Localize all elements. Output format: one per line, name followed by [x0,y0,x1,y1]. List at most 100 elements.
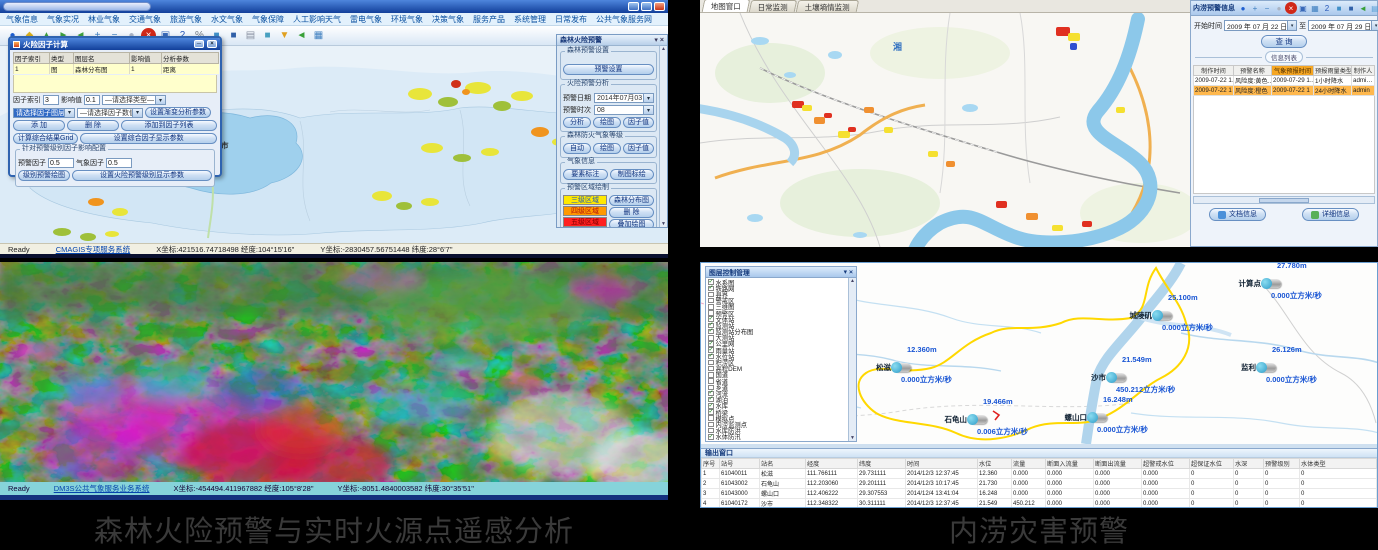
map-tab[interactable]: 地图窗口 [702,0,751,12]
table-row[interactable]: 1图森林分布图1距离 [14,64,219,75]
map-tab[interactable]: 土壤墒情监测 [796,0,860,12]
impact-input[interactable] [84,95,100,105]
menu-item[interactable]: 气象实况 [47,14,79,25]
status-system-link[interactable]: CMAGIS专项服务系统 [56,244,131,255]
table-row[interactable]: 161040011松滋111.76611129.7311112014/12/3 … [702,469,1377,479]
pin-icon[interactable]: ▼ [277,28,292,43]
layer-checkbox[interactable] [708,329,714,335]
region-draw-button[interactable]: 叠加绘图 [609,219,654,227]
delete-button[interactable]: 删 除 [67,120,119,131]
menu-item[interactable]: 服务产品 [473,14,505,25]
window-icon[interactable]: ▣ [1297,2,1309,14]
layer-checkbox[interactable] [708,298,714,304]
menu-item[interactable]: 气象保障 [252,14,284,25]
meteo-info-button[interactable]: 要素标注 [563,169,608,180]
layers-icon[interactable]: ■ [1333,2,1345,14]
add-button[interactable]: 添 加 [13,120,65,131]
satellite-image[interactable] [0,262,668,482]
dialog-close-icon[interactable]: × [207,40,217,48]
set-gradient-param-button[interactable]: 设置渐变分析参数 [145,107,211,118]
warning-date-select[interactable]: 2014年07月03日 [594,93,654,103]
menu-item[interactable]: 决策气象 [432,14,464,25]
layer-checkbox-row[interactable]: 水体防汛 [708,434,846,440]
status-system-link[interactable]: DM3S公共气象服务业务系统 [54,483,150,494]
dialog-titlebar[interactable]: 火险因子计算 ─ × [10,38,220,50]
print-icon[interactable]: ▤ [243,28,258,43]
factor-layer-select[interactable]: 请选择因子图层 [13,108,75,118]
dialog-minimize-icon[interactable]: ─ [194,40,204,48]
pin-icon[interactable]: ▾ [844,268,847,276]
layer-checkbox[interactable] [708,360,714,366]
meteo-factor-input[interactable] [106,158,132,168]
table-row[interactable]: 461040172沙市112.34832230.3111112014/12/3 … [702,499,1377,509]
vertical-scrollbar[interactable]: ▲▼ [848,278,856,441]
table-row[interactable]: 2009-07-22 1…风险度:黄色…2009-07-29 1…1小时降水ad… [1194,76,1375,86]
document-info-button[interactable]: 文档信息 [1209,208,1266,221]
fire-level-button[interactable]: 绘图 [593,143,621,154]
region-draw-button[interactable]: 森林分布图 [609,195,654,206]
layer-type-select[interactable]: —请选择类型— [102,95,166,105]
menu-item[interactable]: 日常发布 [555,14,587,25]
save-icon[interactable]: ■ [1345,2,1357,14]
chart-icon[interactable]: ▦ [311,28,326,43]
calc-grid-button[interactable]: 计算综合结果Grid [13,133,78,144]
warning-setting-button[interactable]: 预警设置 [563,64,654,75]
export-icon[interactable]: ■ [260,28,275,43]
add-to-list-button[interactable]: 添加到因子列表 [121,120,217,131]
layer-checkbox[interactable] [708,372,714,378]
layer-checkbox[interactable] [708,286,714,292]
analysis-button[interactable]: 绘图 [593,117,621,128]
analysis-button[interactable]: 分析 [563,117,591,128]
vertical-scrollbar[interactable]: ▲▼ [659,46,667,227]
close-panel-icon[interactable]: × [849,269,853,276]
refresh-icon[interactable]: 2 [1321,2,1333,14]
meteo-info-button[interactable]: 制图标绘 [610,169,655,180]
menu-item[interactable]: 气象信息 [6,14,38,25]
level-warning-draw-button[interactable]: 级别预警绘图 [18,170,70,181]
factor-index-input[interactable] [43,95,59,105]
chart-icon[interactable]: ▤ [1369,2,1378,14]
hydro-map[interactable]: 12.360m 松滋 0.000立方米/秒 21.549m 沙市 450.212… [701,263,1378,444]
magnify-out-icon[interactable]: − [1261,2,1273,14]
map-tab[interactable]: 日常监测 [749,0,798,12]
fire-level-button[interactable]: 自动 [563,143,591,154]
maximize-button[interactable] [641,2,652,11]
message-list-empty-area[interactable] [1193,96,1375,194]
set-display-param-button[interactable]: 设置综合因子显示参数 [80,133,217,144]
fire-app-title-capsule[interactable] [3,2,151,11]
layer-checkbox[interactable] [708,378,714,384]
globe-icon[interactable]: ● [1237,2,1249,14]
back-icon[interactable]: ◄ [294,28,309,43]
region-draw-button[interactable]: 删 除 [609,207,654,218]
factor-value-select[interactable]: —请选择因子数值— [77,108,143,118]
layer-checkbox[interactable] [708,415,714,421]
detail-info-button[interactable]: 详细信息 [1302,208,1359,221]
layer-checkbox[interactable] [708,366,714,372]
warning-time-select[interactable]: 08 [594,105,654,115]
menu-item[interactable]: 雷电气象 [350,14,382,25]
table-row[interactable]: 261043002石龟山112.20306029.2011112014/12/3… [702,479,1377,489]
menu-item[interactable]: 人工影响天气 [293,14,341,25]
close-button[interactable] [654,2,665,11]
menu-item[interactable]: 水文气象 [211,14,243,25]
layer-checkbox[interactable] [708,434,714,440]
set-level-display-button[interactable]: 设置火险预警级别显示参数 [72,170,212,181]
date-to-picker[interactable]: 2009 年 07 月 29 日 [1308,20,1378,31]
menu-item[interactable]: 公共气象服务网 [596,14,652,25]
close-panel-icon[interactable]: × [660,37,664,44]
date-from-picker[interactable]: 2009 年 07 月 22 日 [1224,20,1297,31]
layer-checkbox[interactable] [708,292,714,298]
menu-item[interactable]: 交通气象 [129,14,161,25]
horizontal-scrollbar[interactable] [1193,196,1375,204]
menu-item[interactable]: 系统管理 [514,14,546,25]
table-row[interactable]: 361043000螺山口112.40622229.3075532014/12/4… [702,489,1377,499]
close-red-icon[interactable]: × [1285,2,1297,14]
menu-item[interactable]: 环境气象 [391,14,423,25]
table-row[interactable]: 2009-07-22 1风险度:橙色2009-07-22 124小时降水admi… [1194,86,1375,96]
analysis-button[interactable]: 因子值 [623,117,654,128]
menu-item[interactable]: 旅游气象 [170,14,202,25]
select-icon[interactable]: ▦ [1309,2,1321,14]
back-icon[interactable]: ◄ [1357,2,1369,14]
magnify-in-icon[interactable]: + [1249,2,1261,14]
flood-city-map[interactable] [700,13,1190,247]
